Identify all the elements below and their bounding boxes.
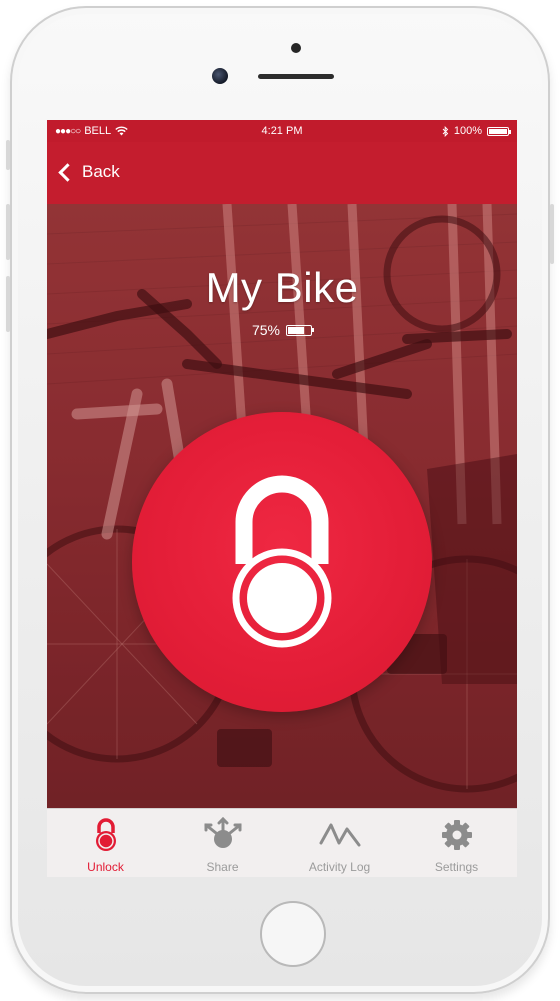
activity-icon (281, 817, 398, 853)
device-battery-percent: 75% (251, 322, 281, 338)
status-battery-icon (487, 126, 511, 136)
status-right: 100% (442, 125, 511, 137)
navigation-bar: Back (47, 142, 517, 204)
chevron-left-icon (58, 162, 77, 182)
status-battery-fill (489, 128, 507, 134)
back-label: Back (82, 162, 120, 181)
back-button[interactable]: Back (58, 162, 120, 182)
tab-share[interactable]: Share (164, 809, 281, 877)
earpiece-speaker (258, 74, 334, 79)
tab-activity-log[interactable]: Activity Log (281, 809, 398, 877)
lock-icon (47, 817, 164, 853)
device-battery-icon (286, 324, 315, 336)
device-battery: 75% (47, 322, 517, 338)
front-sensor (291, 43, 301, 53)
battery-percent-label: 100% (453, 125, 482, 137)
padlock-icon (232, 475, 332, 648)
lock-toggle-button[interactable] (132, 412, 432, 712)
device-battery-fill (288, 326, 305, 334)
status-bar: ●●●○○ BELL 4:21 PM 100% (47, 120, 517, 142)
tab-unlock[interactable]: Unlock (47, 809, 164, 877)
home-button[interactable] (260, 901, 326, 967)
volume-up-button (6, 204, 10, 260)
tab-settings-label: Settings (434, 860, 479, 874)
tab-unlock-label: Unlock (87, 860, 124, 874)
device-name: My Bike (205, 264, 359, 311)
power-button (550, 204, 554, 264)
tab-settings[interactable]: Settings (398, 809, 515, 877)
bike-lock-view: My Bike 75% (47, 204, 517, 808)
volume-down-button (6, 276, 10, 332)
mute-switch (6, 140, 10, 170)
gear-icon (398, 817, 515, 853)
share-icon (164, 817, 281, 853)
tab-activity-log-label: Activity Log (308, 860, 371, 874)
app-screen: ●●●○○ BELL 4:21 PM 100% Back My Bike 75%… (47, 120, 517, 877)
tab-share-label: Share (206, 860, 239, 874)
bluetooth-icon (442, 125, 449, 137)
front-camera (212, 68, 228, 84)
tab-bar: Unlock Share Activity Log Settings (47, 808, 517, 877)
